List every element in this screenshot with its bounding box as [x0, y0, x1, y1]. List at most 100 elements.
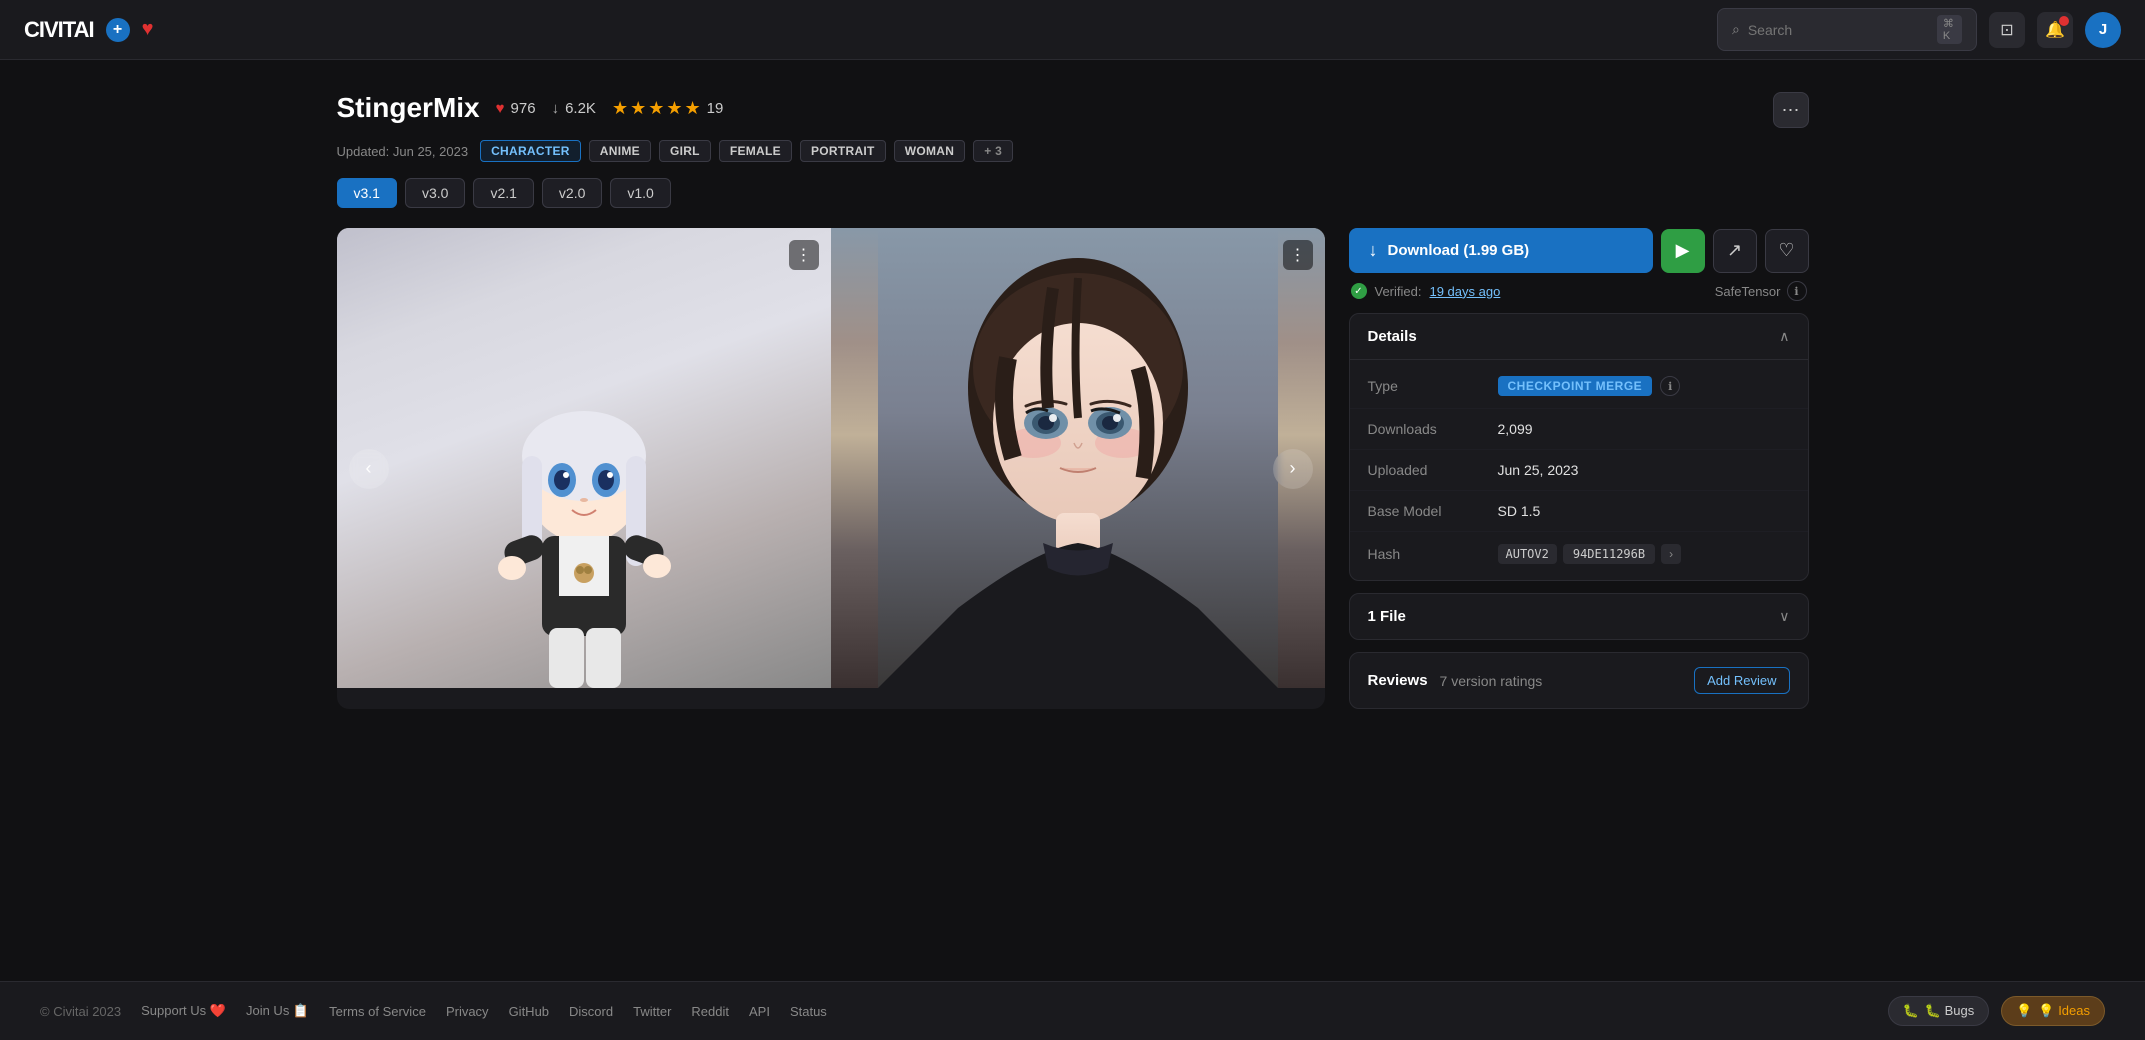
footer-status-link[interactable]: Status [790, 1004, 827, 1019]
hash-label: Hash [1368, 546, 1498, 562]
tag-more[interactable]: + 3 [973, 140, 1013, 162]
likes-count: 976 [511, 100, 536, 117]
version-tab-v21[interactable]: v2.1 [473, 178, 533, 208]
chibi-illustration [474, 388, 694, 688]
next-icon: › [1290, 458, 1296, 479]
safetensor-label: SafeTensor [1715, 284, 1781, 299]
logo-heart-icon[interactable]: ♥ [142, 18, 154, 41]
footer-github-link[interactable]: GitHub [509, 1004, 549, 1019]
left-image-options-button[interactable]: ⋮ [789, 240, 819, 270]
tag-female[interactable]: FEMALE [719, 140, 792, 162]
detail-row-uploaded: Uploaded Jun 25, 2023 [1350, 450, 1808, 491]
type-info-icon[interactable]: ℹ [1660, 376, 1680, 396]
footer: © Civitai 2023 Support Us ❤️ Join Us 📋 T… [0, 981, 2145, 1040]
search-shortcut: ⌘ K [1937, 15, 1962, 44]
download-button[interactable]: ↓ Download (1.99 GB) [1349, 228, 1653, 273]
tag-portrait[interactable]: PORTRAIT [800, 140, 886, 162]
play-button[interactable]: ▶ [1661, 229, 1705, 273]
bugs-button[interactable]: 🐛 🐛 Bugs [1888, 996, 1990, 1026]
likes-stat: ♥ 976 [496, 100, 536, 117]
right-image-options-button[interactable]: ⋮ [1283, 240, 1313, 270]
add-review-button[interactable]: Add Review [1694, 667, 1789, 694]
options-icon-right: ⋮ [1290, 245, 1306, 265]
details-body: Type CHECKPOINT MERGE ℹ Downloads 2,099 [1350, 360, 1808, 580]
save-button[interactable]: ♡ [1765, 229, 1809, 273]
downloads-label: Downloads [1368, 421, 1498, 437]
ideas-button[interactable]: 💡 💡 Ideas [2001, 996, 2105, 1026]
footer-reddit-link[interactable]: Reddit [691, 1004, 729, 1019]
carousel-next-button[interactable]: › [1273, 449, 1313, 489]
detail-row-downloads: Downloads 2,099 [1350, 409, 1808, 450]
verified-dot: ✓ [1351, 283, 1367, 299]
downloads-stat: ↓ 6.2K [552, 100, 596, 117]
verified-label: Verified: [1375, 284, 1422, 299]
screen-button[interactable]: ⊡ [1989, 12, 2025, 48]
reviews-card: Reviews 7 version ratings Add Review [1349, 652, 1809, 709]
details-chevron-icon: ∧ [1779, 328, 1789, 345]
version-tab-v10[interactable]: v1.0 [610, 178, 670, 208]
sidebar-panel: ↓ Download (1.99 GB) ▶ ↗ ♡ [1349, 228, 1809, 709]
footer-privacy-link[interactable]: Privacy [446, 1004, 489, 1019]
version-tab-v30[interactable]: v3.0 [405, 178, 465, 208]
star-5: ★ [685, 98, 701, 119]
star-1: ★ [612, 98, 628, 119]
share-button[interactable]: ↗ [1713, 229, 1757, 273]
model-title-section: StingerMix ♥ 976 ↓ 6.2K ★ ★ ★ [337, 92, 724, 124]
nav-left: CIVITAI + ♥ [24, 17, 153, 43]
footer-support-us-link[interactable]: Support Us ❤️ [141, 1003, 226, 1019]
share-icon: ↗ [1727, 240, 1742, 261]
hash-badge: AUTOV2 [1498, 544, 1557, 564]
verified-time-link[interactable]: 19 days ago [1429, 284, 1500, 299]
files-chevron-icon: ∨ [1779, 608, 1789, 625]
updated-text: Updated: Jun 25, 2023 [337, 144, 469, 159]
detail-row-type: Type CHECKPOINT MERGE ℹ [1350, 364, 1808, 409]
footer-left: © Civitai 2023 Support Us ❤️ Join Us 📋 T… [40, 1003, 827, 1019]
search-input[interactable] [1748, 22, 1929, 38]
files-header[interactable]: 1 File ∨ [1350, 594, 1808, 639]
type-info-symbol: ℹ [1668, 380, 1672, 393]
footer-join-us-link[interactable]: Join Us 📋 [246, 1003, 309, 1019]
details-header[interactable]: Details ∧ [1350, 314, 1808, 360]
footer-twitter-link[interactable]: Twitter [633, 1004, 671, 1019]
footer-copyright: © Civitai 2023 [40, 1004, 121, 1019]
download-section: ↓ Download (1.99 GB) ▶ ↗ ♡ [1349, 228, 1809, 301]
tag-character[interactable]: CHARACTER [480, 140, 581, 162]
footer-api-link[interactable]: API [749, 1004, 770, 1019]
details-title: Details [1368, 328, 1417, 345]
reviews-header: Reviews 7 version ratings Add Review [1350, 653, 1808, 708]
version-tab-v20[interactable]: v2.0 [542, 178, 602, 208]
check-icon: ✓ [1354, 286, 1362, 297]
download-row: ↓ Download (1.99 GB) ▶ ↗ ♡ [1349, 228, 1809, 273]
bugs-label: 🐛 Bugs [1925, 1003, 1974, 1019]
tag-woman[interactable]: WOMAN [894, 140, 966, 162]
version-tab-v31[interactable]: v3.1 [337, 178, 397, 208]
model-title: StingerMix [337, 92, 480, 124]
user-avatar[interactable]: J [2085, 12, 2121, 48]
chibi-image [337, 228, 831, 688]
uploaded-label: Uploaded [1368, 462, 1498, 478]
main-content: StingerMix ♥ 976 ↓ 6.2K ★ ★ ★ [273, 60, 1873, 981]
tag-girl[interactable]: GIRL [659, 140, 711, 162]
more-options-button[interactable]: ⋯ [1773, 92, 1809, 128]
bug-icon: 🐛 [1903, 1003, 1919, 1019]
options-icon: ⋮ [796, 245, 812, 265]
downloads-value: 2,099 [1498, 421, 1790, 437]
carousel-prev-button[interactable]: ‹ [349, 449, 389, 489]
type-label: Type [1368, 378, 1498, 394]
screen-icon: ⊡ [2000, 20, 2013, 40]
hash-arrow-button[interactable]: › [1661, 544, 1681, 564]
footer-terms-link[interactable]: Terms of Service [329, 1004, 426, 1019]
notification-button[interactable]: 🔔 [2037, 12, 2073, 48]
download-label: Download (1.99 GB) [1388, 242, 1530, 259]
safetensor-info-icon[interactable]: ℹ [1787, 281, 1807, 301]
detail-row-hash: Hash AUTOV2 94DE11296B › [1350, 532, 1808, 576]
logo: CIVITAI [24, 17, 94, 43]
heart-icon: ♥ [496, 100, 505, 117]
tag-anime[interactable]: ANIME [589, 140, 651, 162]
rating-count: 19 [707, 100, 724, 117]
nav-right: ⌕ ⌘ K ⊡ 🔔 J [1717, 8, 2121, 51]
search-box[interactable]: ⌕ ⌘ K [1717, 8, 1977, 51]
info-symbol: ℹ [1794, 285, 1798, 298]
footer-discord-link[interactable]: Discord [569, 1004, 613, 1019]
logo-plus-button[interactable]: + [106, 18, 130, 42]
